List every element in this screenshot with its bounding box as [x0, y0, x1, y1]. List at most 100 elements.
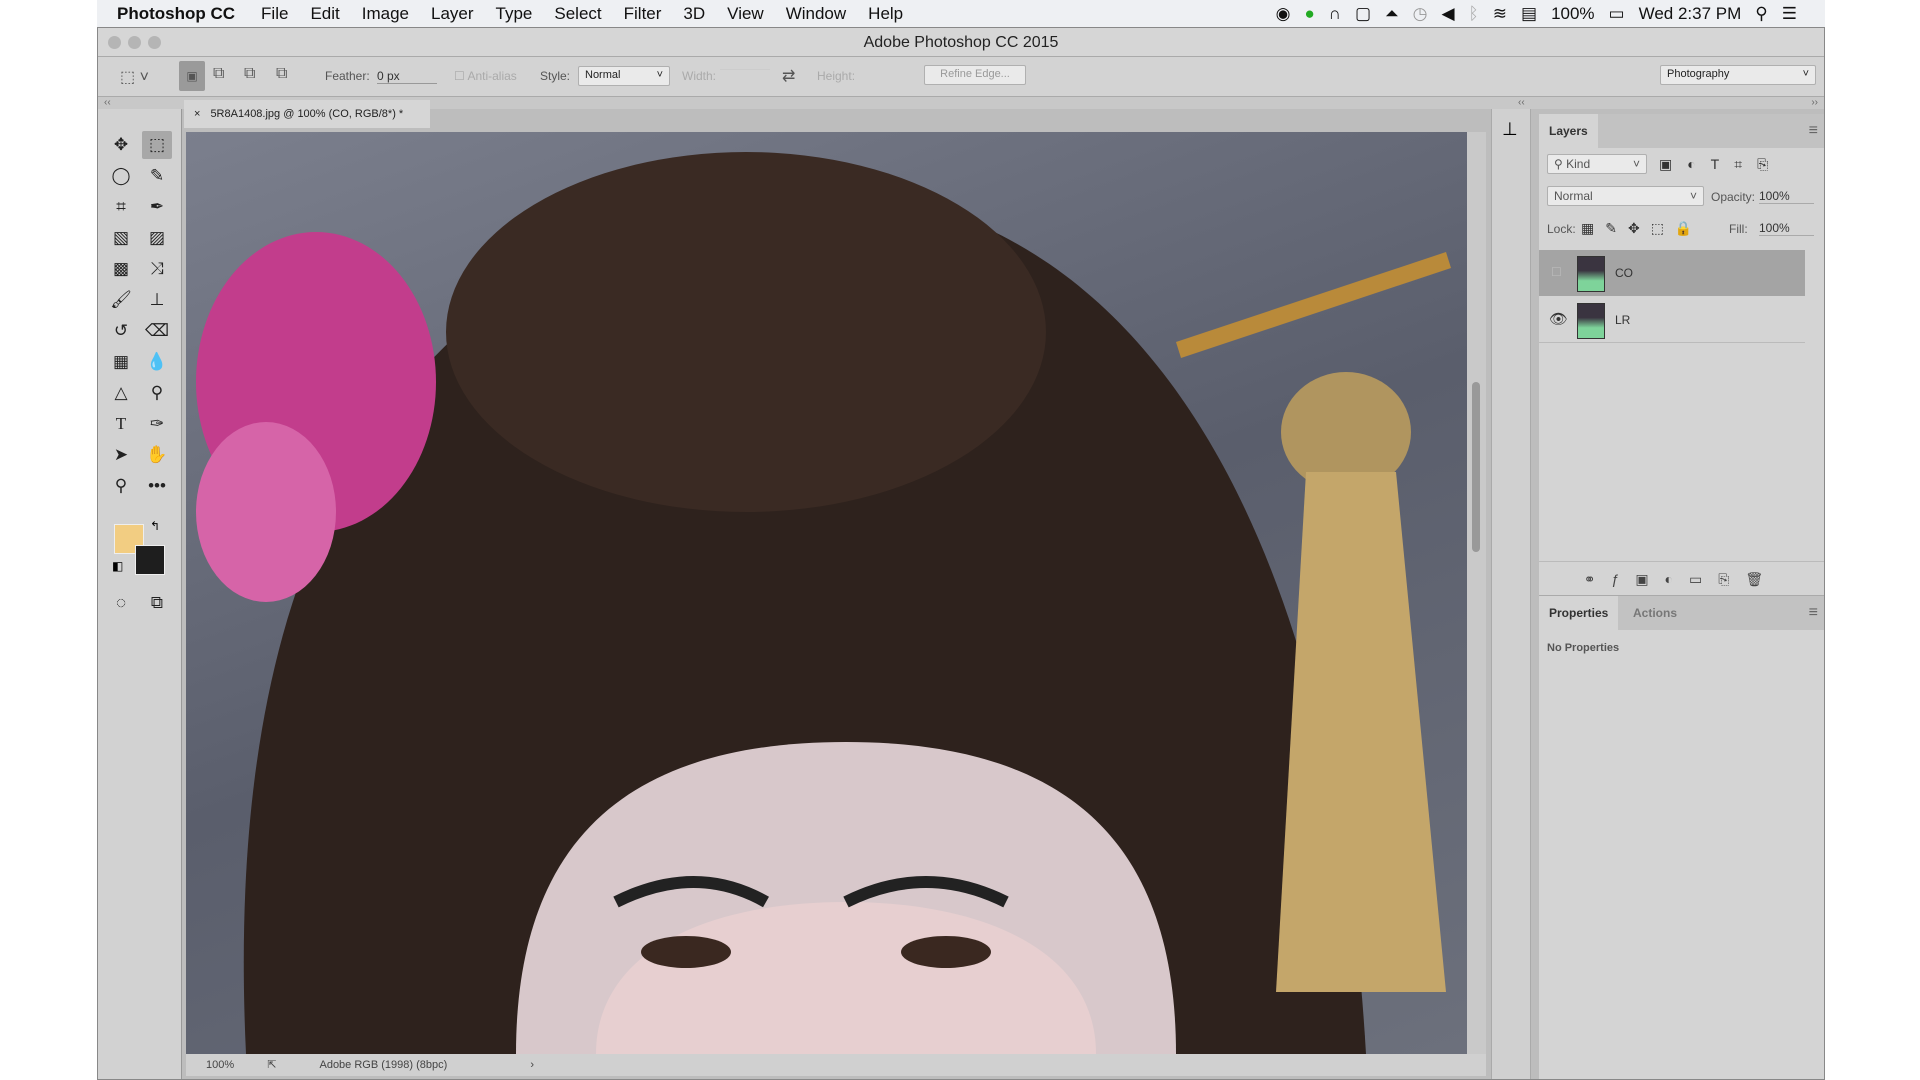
width-input[interactable] — [720, 69, 770, 70]
spot-healing-tool-icon[interactable]: ▧ — [106, 224, 136, 252]
spotlight-icon[interactable]: ⚲ — [1755, 4, 1767, 24]
menu-edit[interactable]: Edit — [310, 4, 339, 24]
move-tool-icon[interactable]: ✥ — [106, 131, 136, 159]
swap-colors-icon[interactable]: ↰ — [150, 519, 160, 533]
bluetooth-icon[interactable]: ᛒ — [1469, 4, 1479, 24]
anti-alias-checkbox[interactable]: ☐ Anti-alias — [454, 69, 517, 83]
headphones-icon[interactable]: ∩ — [1329, 4, 1341, 24]
layer-name[interactable]: LR — [1615, 313, 1630, 327]
burn-tool-icon[interactable]: ⚲ — [142, 379, 172, 407]
background-color-swatch[interactable] — [135, 545, 165, 575]
menu-3d[interactable]: 3D — [683, 4, 705, 24]
menu-view[interactable]: View — [727, 4, 764, 24]
lock-icons[interactable]: ▦✎✥⬚🔒 — [1581, 220, 1703, 237]
vertical-scrollbar[interactable] — [1467, 132, 1486, 1054]
menu-layer[interactable]: Layer — [431, 4, 474, 24]
crop-tool-icon[interactable]: ⌗ — [106, 193, 136, 221]
menu-file[interactable]: File — [261, 4, 288, 24]
menu-window[interactable]: Window — [786, 4, 846, 24]
feather-input[interactable]: 0 px — [377, 69, 437, 84]
layers-tab[interactable]: Layers — [1539, 114, 1598, 148]
volume-icon[interactable]: ◀ — [1441, 4, 1454, 24]
menu-select[interactable]: Select — [554, 4, 601, 24]
lasso-tool-icon[interactable]: ◯ — [106, 162, 136, 190]
close-tab-icon[interactable]: × — [194, 108, 200, 120]
battery-icon[interactable]: ▭ — [1609, 4, 1625, 24]
new-selection-icon[interactable]: ▣ — [179, 61, 205, 91]
record-icon[interactable]: ◉ — [1276, 4, 1291, 24]
document-profile[interactable]: Adobe RGB (1998) (8bpc) — [319, 1059, 447, 1071]
airplay-icon[interactable]: ⏶ — [1385, 4, 1399, 24]
clone-source-icon[interactable]: ⊥ — [1502, 119, 1518, 140]
layer-row-co[interactable]: ☐ CO — [1539, 250, 1805, 296]
zoom-level[interactable]: 100% — [206, 1059, 234, 1071]
hand-tool-icon[interactable]: ✋ — [142, 441, 172, 469]
layer-actions-bar[interactable]: ⚭ƒ▣◐▭⎘🗑 — [1539, 561, 1824, 595]
clock[interactable]: Wed 2:37 PM — [1639, 4, 1742, 24]
style-select[interactable]: Normal ˅ — [578, 66, 670, 86]
photoshop-window: Adobe Photoshop CC 2015 ⬚ ˅ ▣ ⧉ ⧉ ⧉ Feat… — [97, 27, 1825, 1080]
content-aware-move-icon[interactable]: ⤨ — [142, 255, 172, 283]
evernote-icon[interactable]: ● — [1304, 4, 1314, 24]
eye-icon[interactable]: 👁 — [1549, 310, 1568, 328]
pen-tool-icon[interactable]: ✑ — [142, 410, 172, 438]
healing-brush-tool-icon[interactable]: ▨ — [142, 224, 172, 252]
menu-type[interactable]: Type — [496, 4, 533, 24]
notification-center-icon[interactable]: ☰ — [1782, 4, 1797, 24]
menu-image[interactable]: Image — [362, 4, 409, 24]
opacity-input[interactable]: 100% — [1759, 189, 1814, 204]
image-canvas[interactable] — [186, 132, 1467, 1054]
more-tools-icon[interactable]: ••• — [142, 472, 172, 500]
brush-tool-icon[interactable]: 🖌 — [106, 286, 136, 314]
gradient-tool-icon[interactable]: ▦ — [106, 348, 136, 376]
filter-kind-select[interactable]: ⚲ Kind ˅ — [1547, 154, 1647, 174]
calendar-icon[interactable]: ▤ — [1521, 4, 1537, 24]
minimize-button[interactable] — [128, 36, 141, 49]
panel-menu-icon[interactable]: ≡ — [1809, 604, 1818, 622]
zoom-button[interactable] — [148, 36, 161, 49]
time-machine-icon[interactable]: ◷ — [1413, 4, 1428, 24]
menu-filter[interactable]: Filter — [624, 4, 662, 24]
content-aware-tool-icon[interactable]: ▩ — [106, 255, 136, 283]
refine-edge-button[interactable]: Refine Edge... — [924, 65, 1026, 85]
zoom-tool-icon[interactable]: ⚲ — [106, 472, 136, 500]
fill-input[interactable]: 100% — [1759, 221, 1814, 236]
eyedropper-tool-icon[interactable]: ✒ — [142, 193, 172, 221]
quick-mask-icon[interactable]: ◌ — [106, 589, 136, 617]
quick-selection-tool-icon[interactable]: ✎ — [142, 162, 172, 190]
share-icon[interactable]: ⇱ — [267, 1059, 276, 1071]
workspace-select[interactable]: Photography ˅ — [1660, 65, 1816, 85]
blend-mode-select[interactable]: Normal ˅ — [1547, 186, 1704, 206]
marquee-preset-icon[interactable]: ⬚ ˅ — [120, 67, 149, 87]
wifi-icon[interactable]: ≋ — [1493, 4, 1507, 24]
sharpen-tool-icon[interactable]: △ — [106, 379, 136, 407]
rectangular-marquee-tool-icon[interactable]: ⬚ — [142, 131, 172, 159]
scroll-thumb[interactable] — [1472, 382, 1480, 552]
menu-help[interactable]: Help — [868, 4, 903, 24]
panel-menu-icon[interactable]: ≡ — [1809, 122, 1818, 140]
type-tool-icon[interactable]: T — [106, 410, 136, 438]
subtract-selection-icon[interactable]: ⧉ — [244, 65, 255, 83]
document-tab[interactable]: × 5R8A1408.jpg @ 100% (CO, RGB/8*) * — [184, 100, 430, 128]
default-colors-icon[interactable]: ◧ — [112, 559, 123, 573]
path-selection-tool-icon[interactable]: ➤ — [106, 441, 136, 469]
swap-icon[interactable]: ⇄ — [782, 66, 795, 86]
clone-stamp-tool-icon[interactable]: ⊥ — [142, 286, 172, 314]
actions-tab[interactable]: Actions — [1623, 596, 1687, 630]
intersect-selection-icon[interactable]: ⧉ — [276, 65, 287, 83]
layer-filter-icons[interactable]: ▣◐T⌗⎘ — [1659, 156, 1783, 173]
history-brush-tool-icon[interactable]: ↺ — [106, 317, 136, 345]
display-icon[interactable]: ▢ — [1355, 4, 1371, 24]
menu-app[interactable]: Photoshop CC — [117, 4, 235, 24]
status-menu-arrow-icon[interactable]: › — [530, 1059, 534, 1071]
layer-row-lr[interactable]: 👁 LR — [1539, 297, 1805, 343]
properties-tab[interactable]: Properties — [1539, 596, 1619, 630]
feather-label: Feather: — [325, 69, 370, 83]
add-selection-icon[interactable]: ⧉ — [213, 65, 224, 83]
screen-mode-icon[interactable]: ⧉ — [142, 589, 172, 617]
visibility-toggle-hidden[interactable]: ☐ — [1551, 265, 1562, 279]
eraser-tool-icon[interactable]: ⌫ — [142, 317, 172, 345]
blur-tool-icon[interactable]: 💧 — [142, 348, 172, 376]
layer-name[interactable]: CO — [1615, 266, 1633, 280]
close-button[interactable] — [108, 36, 121, 49]
